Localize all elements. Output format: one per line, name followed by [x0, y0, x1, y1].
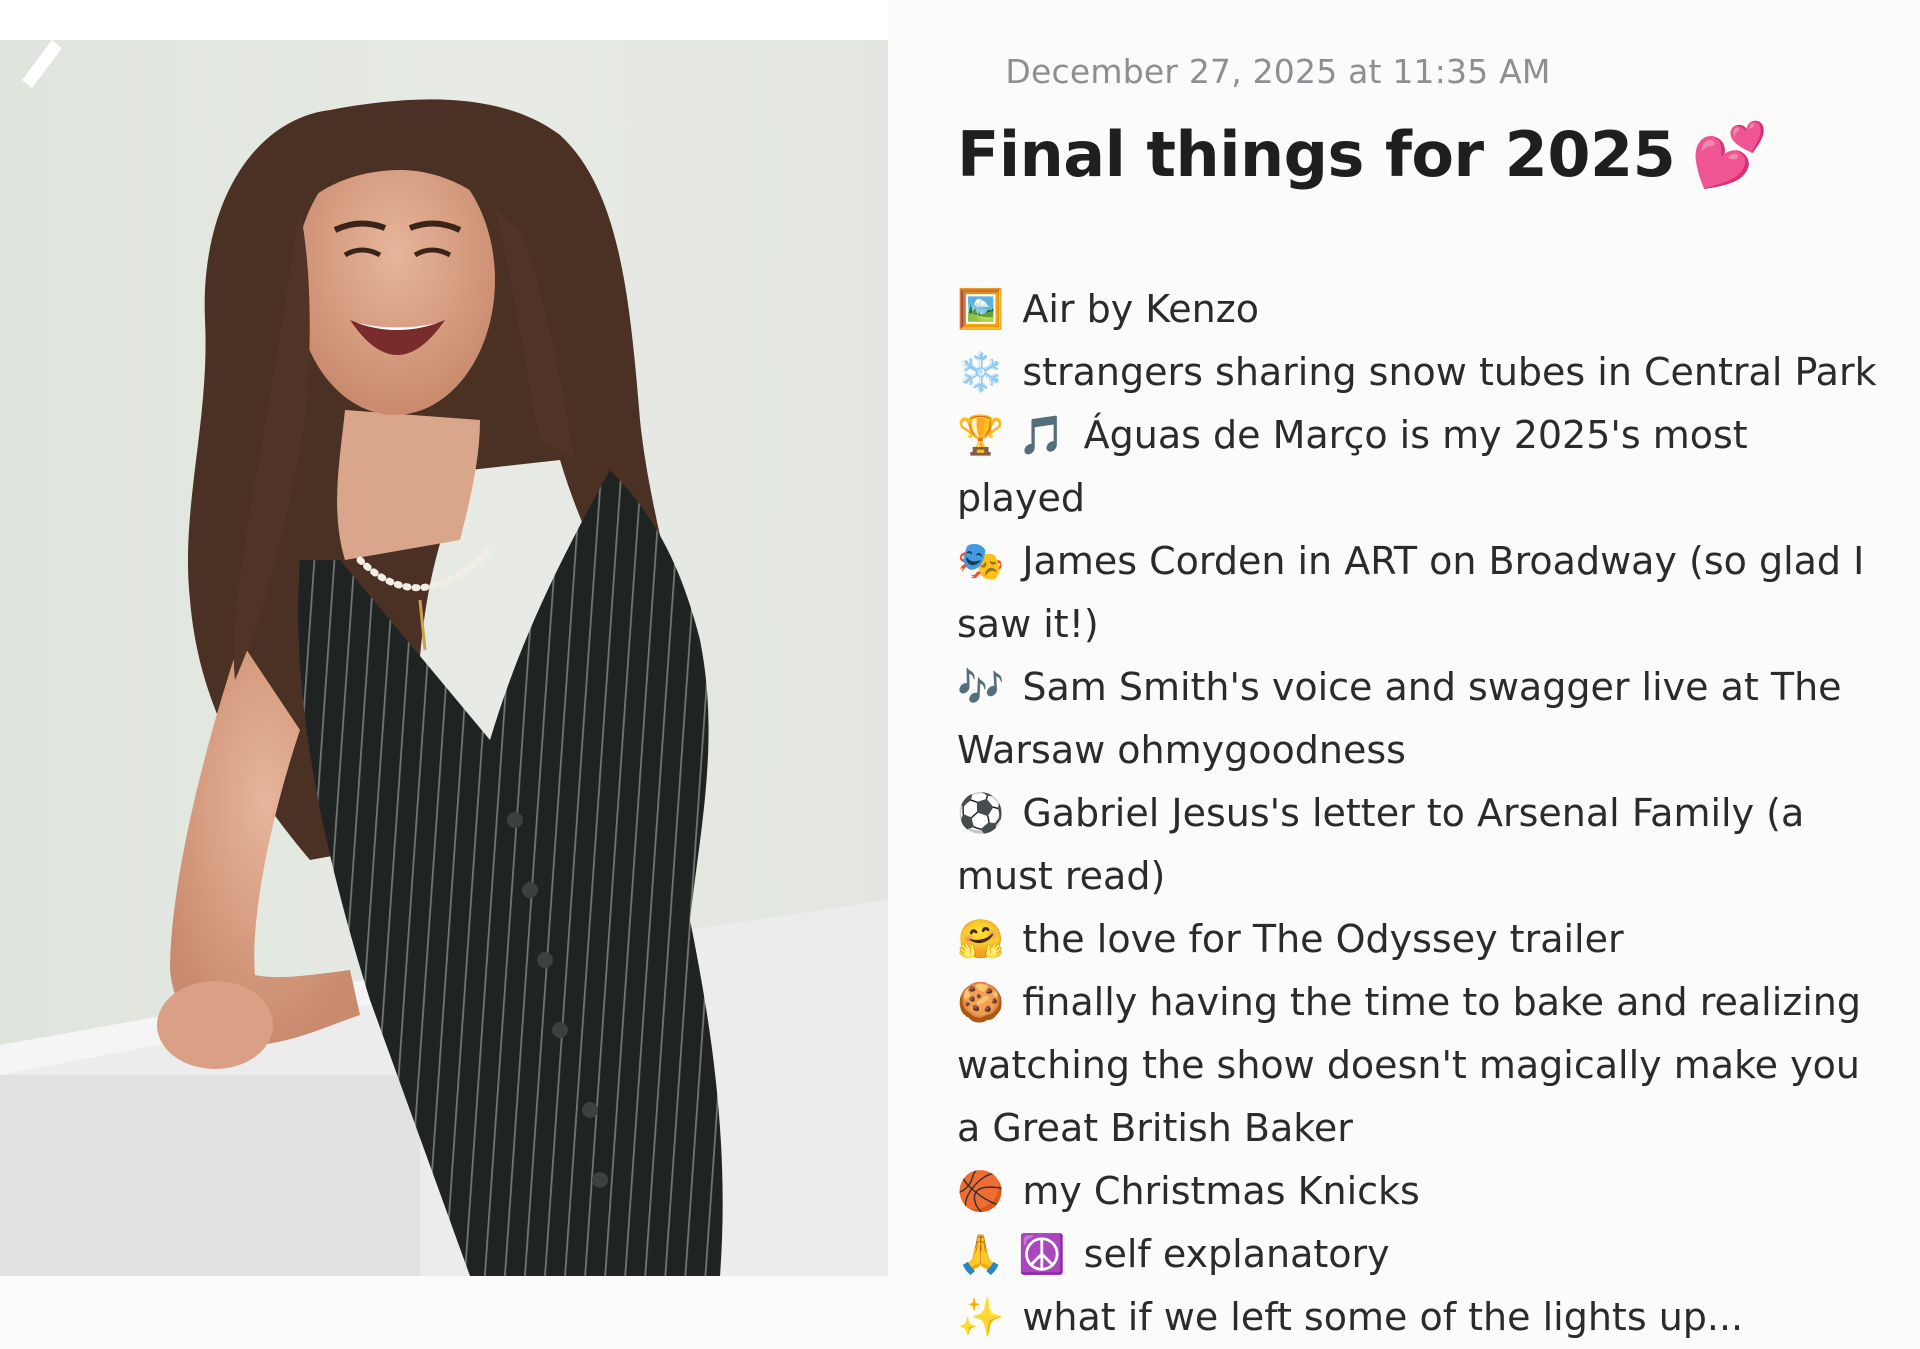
note-list: 🖼️ Air by Kenzo ❄️ strangers sharing snow t…	[957, 278, 1877, 1349]
note-panel: December 27, 2025 at 11:35 AM Final thin…	[888, 0, 1920, 1339]
two-hearts-icon: 💕	[1691, 118, 1768, 191]
note-list-item: 🤗 the love for The Odyssey trailer	[957, 908, 1877, 971]
framed-picture-icon: 🖼️	[957, 287, 1005, 331]
note-item-text: Sam Smith's voice and swagger live at Th…	[957, 665, 1842, 772]
cookie-icon: 🍪	[957, 980, 1005, 1024]
note-item-text: what if we left some of the lights up...	[1022, 1295, 1744, 1339]
portrait-photo	[0, 40, 888, 1276]
folded-hands-icon: 🙏	[957, 1232, 1005, 1276]
note-item-text: my Christmas Knicks	[1022, 1169, 1420, 1213]
sparkles-icon: ✨	[957, 1295, 1005, 1339]
note-list-item: 🖼️ Air by Kenzo	[957, 278, 1877, 341]
note-item-text: Air by Kenzo	[1022, 287, 1259, 331]
note-list-item: 🎭 James Corden in ART on Broadway (so gla…	[957, 530, 1877, 656]
note-title-text: Final things for 2025	[957, 118, 1676, 191]
note-item-text: strangers sharing snow tubes in Central …	[1022, 350, 1877, 394]
note-list-item: 🏀 my Christmas Knicks	[957, 1160, 1877, 1223]
photo-top-strip	[0, 0, 888, 40]
note-title: Final things for 2025 💕	[957, 118, 1768, 192]
basketball-icon: 🏀	[957, 1169, 1005, 1213]
performing-arts-icon: 🎭	[957, 539, 1005, 583]
note-list-item: 🎶 Sam Smith's voice and swagger live at T…	[957, 656, 1877, 782]
hugging-face-icon: 🤗	[957, 917, 1005, 961]
music-note-icon: 🎵	[1018, 413, 1066, 457]
note-item-text: self explanatory	[1083, 1232, 1390, 1276]
note-list-item: ❄️ strangers sharing snow tubes in Centra…	[957, 341, 1877, 404]
note-list-item: 🍪 finally having the time to bake and rea…	[957, 971, 1877, 1160]
note-item-text: Gabriel Jesus's letter to Arsenal Family…	[957, 791, 1805, 898]
note-list-item: ✨ what if we left some of the lights up..…	[957, 1286, 1877, 1349]
note-list-item: ⚽ Gabriel Jesus's letter to Arsenal Famil…	[957, 782, 1877, 908]
photo-panel	[0, 0, 888, 1276]
music-notes-icon: 🎶	[957, 665, 1005, 709]
note-item-text: finally having the time to bake and real…	[957, 980, 1861, 1150]
trophy-icon: 🏆	[957, 413, 1005, 457]
peace-symbol-icon: ☮️	[1018, 1232, 1066, 1276]
note-list-item: 🏆 🎵 Águas de Março is my 2025's most playe…	[957, 404, 1877, 530]
note-item-text: James Corden in ART on Broadway (so glad…	[957, 539, 1865, 646]
soccer-ball-icon: ⚽	[957, 791, 1005, 835]
note-list-item: 🙏 ☮️ self explanatory	[957, 1223, 1877, 1286]
note-item-text: the love for The Odyssey trailer	[1022, 917, 1624, 961]
note-item-text: Águas de Março is my 2025's most played	[957, 413, 1748, 520]
note-date: December 27, 2025 at 11:35 AM	[1005, 52, 1551, 91]
snowflake-icon: ❄️	[957, 350, 1005, 394]
